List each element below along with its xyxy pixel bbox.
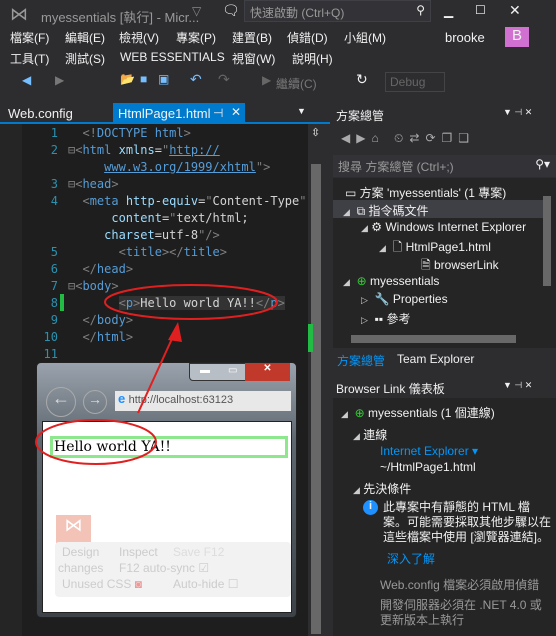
annotation-overlay xyxy=(35,284,278,465)
